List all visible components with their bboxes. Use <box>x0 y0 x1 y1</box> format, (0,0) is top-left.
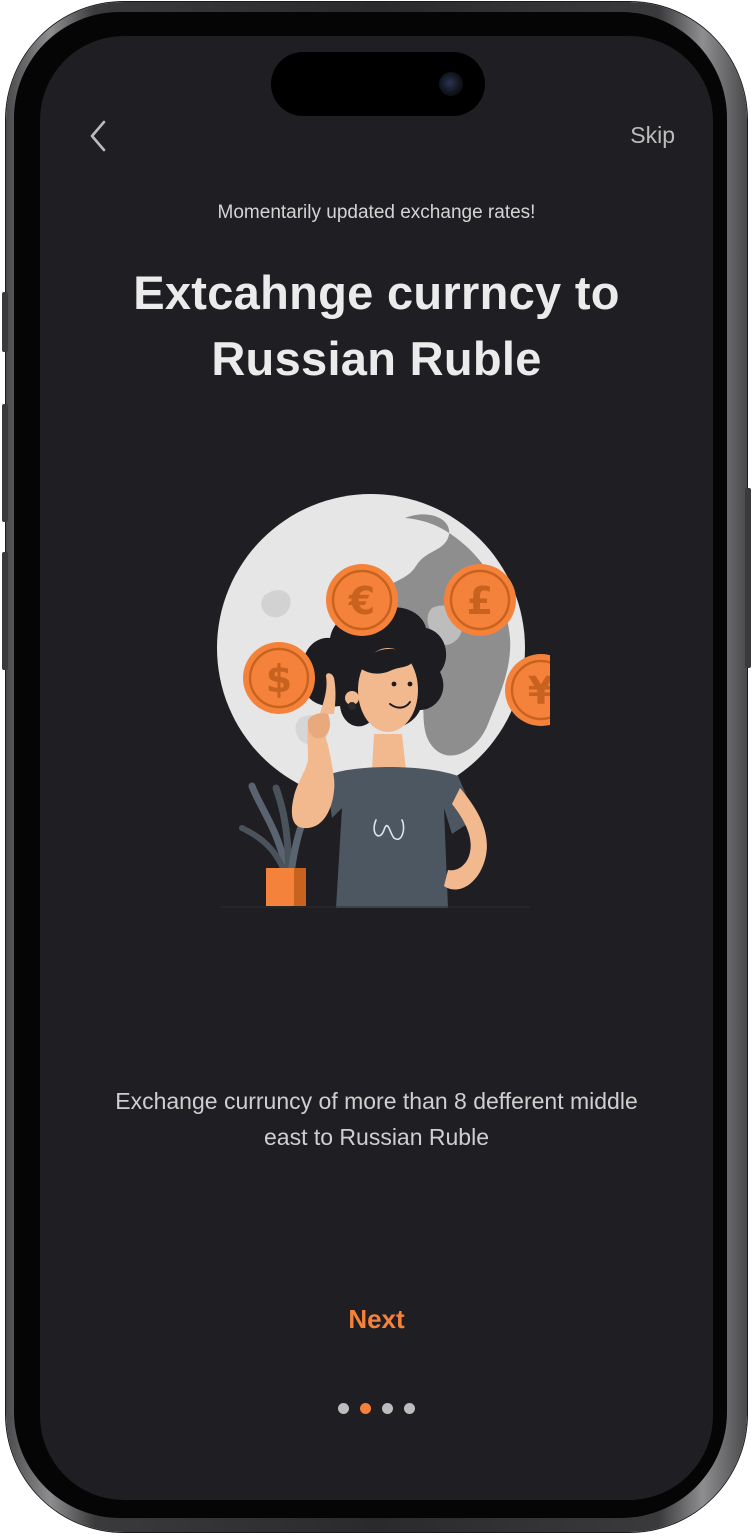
page-title: Extcahnge currncy to Russian Ruble <box>60 260 693 392</box>
phone-silent-switch <box>2 292 8 352</box>
page-dot[interactable] <box>360 1403 371 1414</box>
dollar-coin-icon: $ <box>243 642 315 714</box>
svg-text:€: € <box>348 579 375 623</box>
description-line-1: Exchange curruncy of more than 8 deffere… <box>115 1088 638 1114</box>
page-dot[interactable] <box>382 1403 393 1414</box>
svg-text:¥: ¥ <box>528 669 550 713</box>
page-title-line-2: Russian Ruble <box>211 332 542 385</box>
back-button[interactable] <box>84 116 114 156</box>
description-line-2: east to Russian Ruble <box>263 1124 489 1150</box>
chevron-left-icon <box>90 120 106 152</box>
subtitle-tagline: Momentarily updated exchange rates! <box>217 202 536 223</box>
description-text: Exchange curruncy of more than 8 deffere… <box>70 1083 683 1155</box>
onboarding-screen: Skip Momentarily updated exchange rates!… <box>40 36 713 1500</box>
next-button[interactable]: Next <box>40 1304 713 1335</box>
svg-text:£: £ <box>467 579 493 623</box>
skip-button[interactable]: Skip <box>630 122 675 149</box>
dynamic-island <box>271 52 485 116</box>
currency-exchange-illustration: € £ $ ¥ <box>217 494 550 908</box>
camera-lens <box>439 72 463 96</box>
pound-coin-icon: £ <box>444 564 516 636</box>
svg-text:$: $ <box>266 657 292 701</box>
phone-power-button <box>745 488 751 668</box>
phone-volume-down <box>2 552 8 670</box>
euro-coin-icon: € <box>326 564 398 636</box>
page-dot[interactable] <box>338 1403 349 1414</box>
page-indicator <box>40 1403 713 1414</box>
page-title-line-1: Extcahnge currncy to <box>133 266 620 319</box>
phone-volume-up <box>2 404 8 522</box>
page-dot[interactable] <box>404 1403 415 1414</box>
